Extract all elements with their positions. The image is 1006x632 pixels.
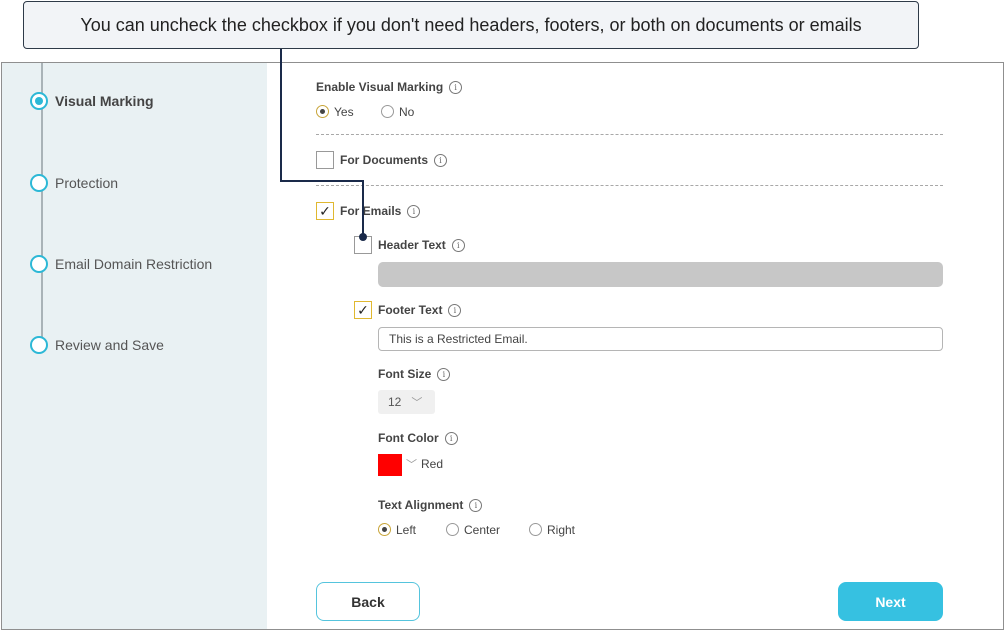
step-label: Visual Marking [55, 93, 154, 109]
radio-unchecked-icon[interactable] [381, 105, 394, 119]
font-color-text: Font Color [378, 431, 439, 445]
for-emails-label: For Emails [340, 204, 402, 218]
divider [316, 185, 943, 186]
wizard-frame: Visual Marking Protection Email Domain R… [1, 62, 1004, 630]
align-center-radio[interactable]: Center [446, 521, 500, 539]
callout-leader-line [280, 49, 282, 181]
info-icon[interactable]: i [451, 238, 465, 252]
step-pending-icon [30, 174, 48, 192]
info-icon[interactable]: i [407, 204, 421, 218]
footer-text-checkbox[interactable]: ✓ [354, 301, 372, 319]
for-emails-checkbox[interactable]: ✓ [316, 202, 334, 220]
step-label: Email Domain Restriction [55, 256, 213, 272]
text-alignment-label: Text Alignment i [378, 498, 483, 513]
info-icon[interactable]: i [449, 81, 463, 95]
text-alignment-text: Text Alignment [378, 498, 464, 512]
for-documents-label: For Documents [340, 153, 429, 167]
callout-tooltip: You can uncheck the checkbox if you don'… [23, 1, 919, 49]
for-emails-row[interactable]: ✓ For Emails i [316, 202, 421, 220]
chevron-down-icon: ﹀ [411, 397, 423, 409]
info-icon[interactable]: i [437, 368, 451, 382]
enable-visual-marking-text: Enable Visual Marking [316, 80, 444, 94]
divider [316, 134, 943, 135]
radio-unchecked-icon[interactable] [529, 523, 542, 537]
step-pending-icon [30, 336, 48, 354]
font-color-select[interactable]: ﹀ Red [406, 456, 443, 472]
font-size-label: Font Size i [378, 367, 451, 382]
footer-text-label: Footer Text [378, 303, 443, 317]
radio-no[interactable]: No [381, 103, 414, 121]
step-email-domain-restriction[interactable]: Email Domain Restriction [30, 255, 212, 273]
step-protection[interactable]: Protection [30, 174, 118, 192]
info-icon[interactable]: i [444, 432, 458, 446]
font-color-value: Red [421, 457, 444, 471]
radio-yes[interactable]: Yes [316, 103, 354, 121]
next-button[interactable]: Next [838, 582, 943, 621]
header-text-input [378, 262, 943, 287]
radio-unchecked-icon[interactable] [446, 523, 459, 537]
main-form: Enable Visual Marking i Yes No For Docume… [267, 63, 1003, 629]
align-center-label: Center [464, 522, 501, 537]
font-color-label: Font Color i [378, 431, 458, 446]
font-size-text: Font Size [378, 367, 432, 381]
font-size-value: 12 [388, 395, 402, 409]
back-button[interactable]: Back [316, 582, 420, 621]
font-color-swatch[interactable] [378, 454, 402, 476]
align-left-radio[interactable]: Left [378, 521, 416, 539]
step-pending-icon [30, 255, 48, 273]
radio-yes-label: Yes [334, 104, 354, 119]
header-text-label: Header Text [378, 238, 446, 252]
header-text-row[interactable]: Header Text i [354, 236, 465, 254]
radio-no-label: No [399, 104, 415, 119]
align-right-label: Right [547, 522, 576, 537]
step-label: Protection [55, 175, 119, 191]
footer-text-row[interactable]: ✓ Footer Text i [354, 301, 462, 319]
step-review-and-save[interactable]: Review and Save [30, 336, 164, 354]
for-documents-row[interactable]: For Documents i [316, 151, 448, 169]
footer-text-input[interactable]: This is a Restricted Email. [378, 327, 943, 351]
radio-checked-icon[interactable] [378, 523, 391, 537]
align-left-label: Left [396, 522, 417, 537]
step-visual-marking[interactable]: Visual Marking [30, 92, 154, 110]
steps-sidebar: Visual Marking Protection Email Domain R… [2, 63, 267, 629]
callout-leader-line [280, 180, 363, 182]
for-documents-checkbox[interactable] [316, 151, 334, 169]
enable-visual-marking-label: Enable Visual Marking i [316, 80, 463, 95]
callout-leader-line [362, 180, 364, 236]
chevron-down-icon: ﹀ [406, 459, 417, 471]
radio-checked-icon[interactable] [316, 105, 329, 119]
info-icon[interactable]: i [434, 153, 448, 167]
info-icon[interactable]: i [448, 303, 462, 317]
step-label: Review and Save [55, 337, 164, 353]
align-right-radio[interactable]: Right [529, 521, 575, 539]
info-icon[interactable]: i [469, 499, 483, 513]
callout-pointer-dot [359, 233, 367, 241]
step-current-icon [30, 92, 48, 110]
font-size-select[interactable]: 12 ﹀ [378, 390, 435, 414]
